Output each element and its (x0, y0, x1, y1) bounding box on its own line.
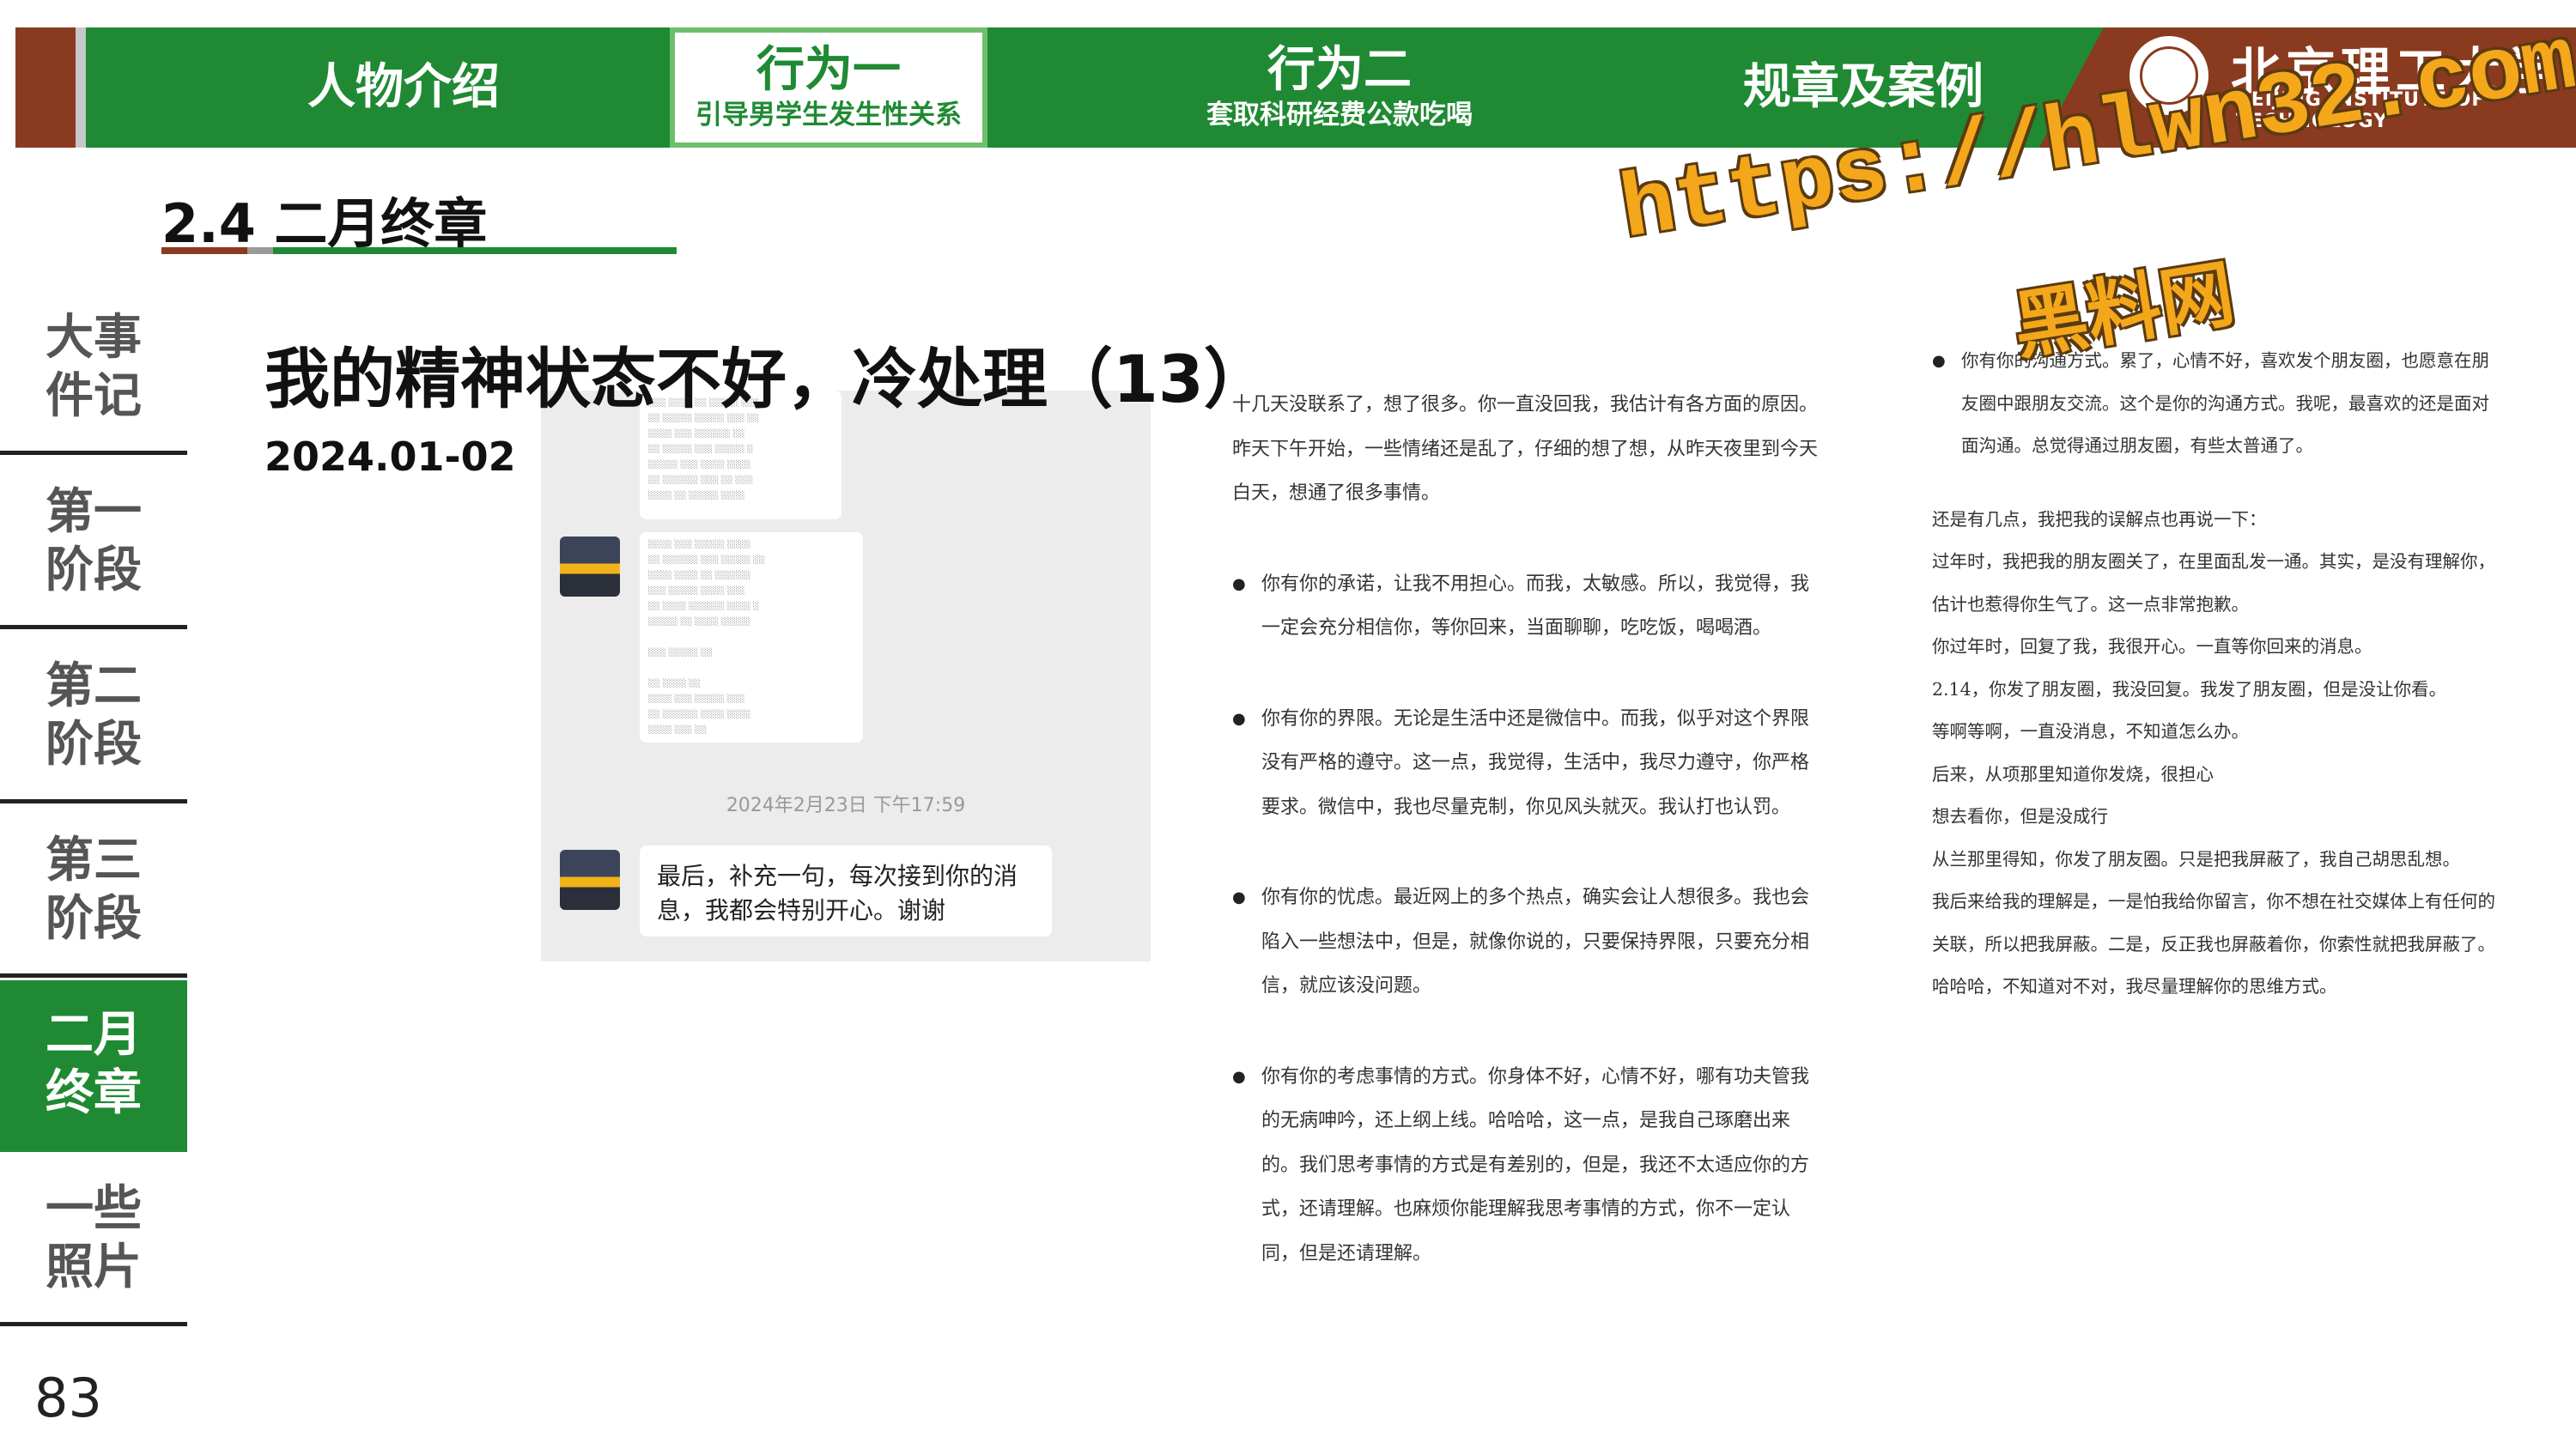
tab-sublabel: 套取科研经费公款吃喝 (1206, 100, 1473, 131)
sidebar-item-timeline[interactable]: 大事 件记 (0, 283, 187, 455)
article-line: 从兰那里得知，你发了朋友圈。只是把我屏蔽了，我自己胡思乱想。 (1932, 848, 2460, 870)
article-bullet: 你有你的忧虑。最近网上的多个热点，确实会让人想很多。我也会陷入一些想法中，但是，… (1232, 876, 1820, 1009)
section-underline (247, 247, 273, 254)
sidebar-item-stage-two[interactable]: 第二 阶段 (0, 632, 187, 803)
sidebar-item-february-finale[interactable]: 二月 终章 (0, 980, 187, 1152)
sidebar-item-label: 第三 阶段 (46, 833, 142, 947)
sidebar-item-photos[interactable]: 一些 照片 (0, 1155, 187, 1326)
article-line: 过年时，我把我的朋友圈关了，在里面乱发一通。其实，是没有理解你，估计也惹得你生气… (1932, 551, 2495, 615)
article-line: 2.14，你发了朋友圈，我没回复。我发了朋友圈，但是没让你看。 (1932, 678, 2447, 700)
sidebar-item-label: 第一 阶段 (46, 484, 142, 598)
article-bullet: 你有你的考虑事情的方式。你身体不好，心情不好，哪有功夫管我的无病呻吟，还上纲上线… (1232, 1055, 1820, 1276)
article-line: 想去看你，但是没成行 (1932, 806, 2108, 827)
sidebar-item-stage-three[interactable]: 第三 阶段 (0, 806, 187, 978)
sidebar-item-label: 一些 照片 (46, 1181, 142, 1295)
article-bullet: 你有你的承诺，让我不用担心。而我，太敏感。所以，我觉得，我一定会充分相信你，等你… (1232, 562, 1820, 651)
tab-label: 行为一 (756, 41, 901, 98)
tab-label: 人物介绍 (307, 59, 500, 116)
tab-label: 规章及案例 (1743, 59, 1984, 116)
tab-label: 行为二 (1267, 41, 1412, 98)
slide-date: 2024.01-02 (264, 433, 516, 480)
tab-behavior-two[interactable]: 行为二 套取科研经费公款吃喝 (1185, 27, 1494, 148)
chat-timestamp: 2024年2月23日 下午17:59 (726, 795, 966, 816)
article-line: 还是有几点，我把我的误解点也再说一下： (1932, 508, 2267, 530)
chat-screenshot: ░░░ ░░░░ ░░ ░░░░░ ░░░ ░░ ░░░░░ ░░░░░ ░░░… (541, 391, 1151, 961)
section-underline (161, 247, 247, 254)
article-bullet: 你有你的沟通方式。累了，心情不好，喜欢发个朋友圈，也愿意在朋友圈中跟朋友交流。这… (1932, 340, 2499, 468)
chat-bubble: ░░░░ ░░░ ░░░░░ ░░░░ ░░ ░░░░░░ ░░░ ░░░░░ … (640, 532, 863, 743)
tab-person-intro[interactable]: 人物介绍 (172, 27, 635, 148)
chat-bubble: 最后，补充一句，每次接到你的消息，我都会特别开心。谢谢 (640, 846, 1052, 937)
banner-accent-gray (76, 27, 86, 148)
sidebar-item-label: 第二 阶段 (46, 658, 142, 773)
sidebar-item-label: 大事 件记 (46, 310, 142, 424)
article-middle: 十几天没联系了，想了很多。你一直没回我，我估计有各方面的原因。昨天下午开始，一些… (1232, 383, 1820, 1276)
slide-title: 我的精神状态不好，冷处理（13） (264, 341, 1269, 417)
article-line: 我后来给我的理解是，一是怕我给你留言，你不想在社交媒体上有任何的关联，所以把我屏… (1932, 891, 2495, 997)
article-intro: 十几天没联系了，想了很多。你一直没回我，我估计有各方面的原因。昨天下午开始，一些… (1232, 394, 1819, 504)
tab-sublabel: 引导男学生发生性关系 (696, 100, 962, 131)
tab-behavior-one[interactable]: 行为一 引导男学生发生性关系 (670, 27, 987, 148)
article-bullet: 你有你的界限。无论是生活中还是微信中。而我，似乎对这个界限没有严格的遵守。这一点… (1232, 697, 1820, 830)
section-title: 2.4 二月终章 (161, 192, 488, 255)
chat-message-text: 最后，补充一句，每次接到你的消息，我都会特别开心。谢谢 (657, 862, 1018, 925)
banner-accent-brown (15, 27, 76, 148)
sidebar-item-label: 二月 终章 (46, 1007, 142, 1121)
article-right: 你有你的沟通方式。累了，心情不好，喜欢发个朋友圈，也愿意在朋友圈中跟朋友交流。这… (1932, 340, 2499, 1009)
avatar (560, 537, 620, 597)
sidebar-item-stage-one[interactable]: 第一 阶段 (0, 458, 187, 629)
article-line: 等啊等啊，一直没消息，不知道怎么办。 (1932, 721, 2249, 742)
page-number: 83 (34, 1367, 102, 1429)
avatar (560, 850, 620, 910)
article-line: 后来，从项那里知道你发烧，很担心 (1932, 763, 2214, 785)
article-line: 你过年时，回复了我，我很开心。一直等你回来的消息。 (1932, 636, 2372, 657)
section-underline (273, 247, 677, 254)
